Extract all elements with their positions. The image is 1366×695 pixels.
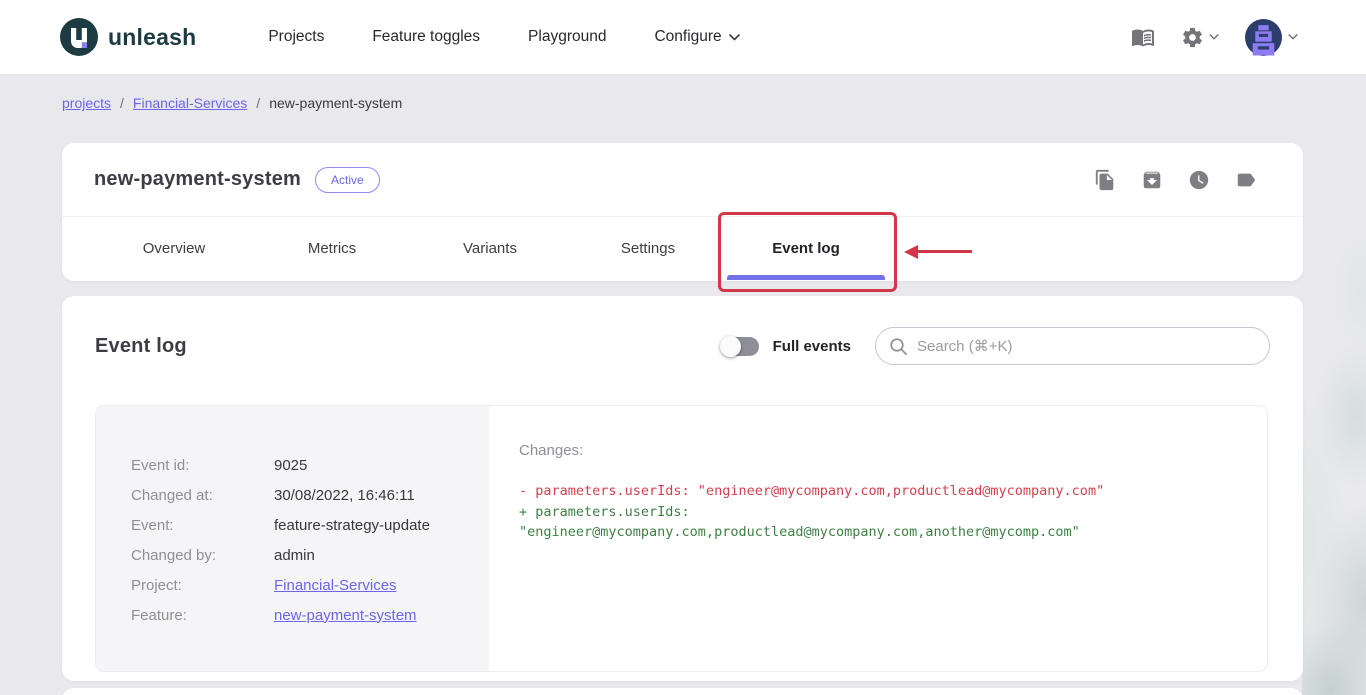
changed-by-row: Changed by: admin xyxy=(131,540,489,570)
unleash-logo[interactable]: unleash xyxy=(60,18,196,56)
event-meta-panel: Event id: 9025 Changed at: 30/08/2022, 1… xyxy=(96,406,489,671)
tab-variants[interactable]: Variants xyxy=(411,217,569,280)
primary-nav: Projects Feature toggles Playground Conf… xyxy=(268,28,739,46)
toggle-knob xyxy=(720,336,741,357)
tab-metrics-label: Metrics xyxy=(308,240,356,257)
breadcrumb-projects[interactable]: projects xyxy=(62,95,111,111)
changed-at-row: Changed at: 30/08/2022, 16:46:11 xyxy=(131,480,489,510)
event-log-title: Event log xyxy=(95,335,187,358)
unleash-logo-text: unleash xyxy=(108,24,196,51)
nav-feature-toggles[interactable]: Feature toggles xyxy=(372,28,480,46)
tab-settings-label: Settings xyxy=(621,240,675,257)
background-texture xyxy=(1302,75,1366,695)
feature-tabs: Overview Metrics Variants Settings Event… xyxy=(62,217,1303,280)
topbar-right-controls xyxy=(1131,19,1298,56)
nav-configure[interactable]: Configure xyxy=(654,28,739,46)
feature-header-card: new-payment-system Active Overview Metri… xyxy=(62,143,1303,281)
nav-playground[interactable]: Playground xyxy=(528,28,606,46)
search-box[interactable] xyxy=(875,327,1270,365)
diff-added-line: "engineer@mycompany.com,productlead@myco… xyxy=(519,522,1239,543)
event-type-row: Event: feature-strategy-update xyxy=(131,510,489,540)
changed-by-label: Changed by: xyxy=(131,547,274,564)
top-navigation-bar: unleash Projects Feature toggles Playgro… xyxy=(0,0,1366,75)
full-events-toggle[interactable] xyxy=(723,337,759,356)
chevron-down-icon xyxy=(1209,34,1219,40)
event-id-label: Event id: xyxy=(131,457,274,474)
event-detail-card: Event id: 9025 Changed at: 30/08/2022, 1… xyxy=(95,405,1268,672)
event-type-label: Event: xyxy=(131,517,274,534)
tab-event-log-label: Event log xyxy=(772,240,840,257)
tag-icon[interactable] xyxy=(1235,169,1257,191)
archive-icon[interactable] xyxy=(1141,169,1163,191)
tab-event-log[interactable]: Event log xyxy=(727,217,885,280)
feature-link[interactable]: new-payment-system xyxy=(274,607,417,624)
active-tab-indicator xyxy=(727,275,885,280)
event-type-value: feature-strategy-update xyxy=(274,517,430,534)
tab-overview-label: Overview xyxy=(143,240,206,257)
tab-settings[interactable]: Settings xyxy=(569,217,727,280)
copy-icon[interactable] xyxy=(1094,169,1116,191)
tab-variants-label: Variants xyxy=(463,240,517,257)
changed-at-label: Changed at: xyxy=(131,487,274,504)
page-title: new-payment-system xyxy=(94,168,301,191)
full-events-label: Full events xyxy=(773,338,851,355)
event-log-card: Event log Full events Event id: 9025 C xyxy=(62,296,1303,681)
user-menu-button[interactable] xyxy=(1245,19,1298,56)
user-avatar xyxy=(1245,19,1282,56)
search-input[interactable] xyxy=(917,338,1255,355)
event-id-row: Event id: 9025 xyxy=(131,450,489,480)
changed-by-value: admin xyxy=(274,547,315,564)
feature-label: Feature: xyxy=(131,607,274,624)
breadcrumb-separator: / xyxy=(120,95,124,111)
search-icon xyxy=(889,337,908,356)
nav-configure-label: Configure xyxy=(654,28,721,46)
app-screen: unleash Projects Feature toggles Playgro… xyxy=(0,0,1366,695)
settings-gear-button[interactable] xyxy=(1181,26,1219,49)
next-event-card-partial xyxy=(62,688,1303,695)
event-id-value: 9025 xyxy=(274,457,307,474)
nav-projects[interactable]: Projects xyxy=(268,28,324,46)
unleash-logo-icon xyxy=(60,18,98,56)
event-changes-panel: Changes: - parameters.userIds: "engineer… xyxy=(489,406,1267,671)
history-clock-icon[interactable] xyxy=(1188,169,1210,191)
project-link[interactable]: Financial-Services xyxy=(274,577,397,594)
changed-at-value: 30/08/2022, 16:46:11 xyxy=(274,487,415,504)
tab-overview[interactable]: Overview xyxy=(95,217,253,280)
feature-action-buttons xyxy=(1094,169,1257,191)
project-row: Project: Financial-Services xyxy=(131,570,489,600)
feature-row: Feature: new-payment-system xyxy=(131,600,489,630)
breadcrumb: projects / Financial-Services / new-paym… xyxy=(62,95,402,111)
settings-gear-icon xyxy=(1181,26,1204,49)
tab-metrics[interactable]: Metrics xyxy=(253,217,411,280)
event-diff: - parameters.userIds: "engineer@mycompan… xyxy=(519,481,1239,543)
diff-added-line: + parameters.userIds: xyxy=(519,502,1239,523)
breadcrumb-current: new-payment-system xyxy=(269,95,402,111)
feature-title-row: new-payment-system Active xyxy=(62,143,1303,217)
breadcrumb-project[interactable]: Financial-Services xyxy=(133,95,247,111)
status-badge: Active xyxy=(315,167,380,193)
changes-label: Changes: xyxy=(519,442,1239,459)
event-log-controls: Full events xyxy=(723,327,1270,365)
diff-removed-line: - parameters.userIds: "engineer@mycompan… xyxy=(519,481,1239,502)
docs-book-icon[interactable] xyxy=(1131,25,1155,49)
project-label: Project: xyxy=(131,577,274,594)
breadcrumb-separator: / xyxy=(256,95,260,111)
chevron-down-icon xyxy=(729,34,740,41)
chevron-down-icon xyxy=(1288,34,1298,40)
